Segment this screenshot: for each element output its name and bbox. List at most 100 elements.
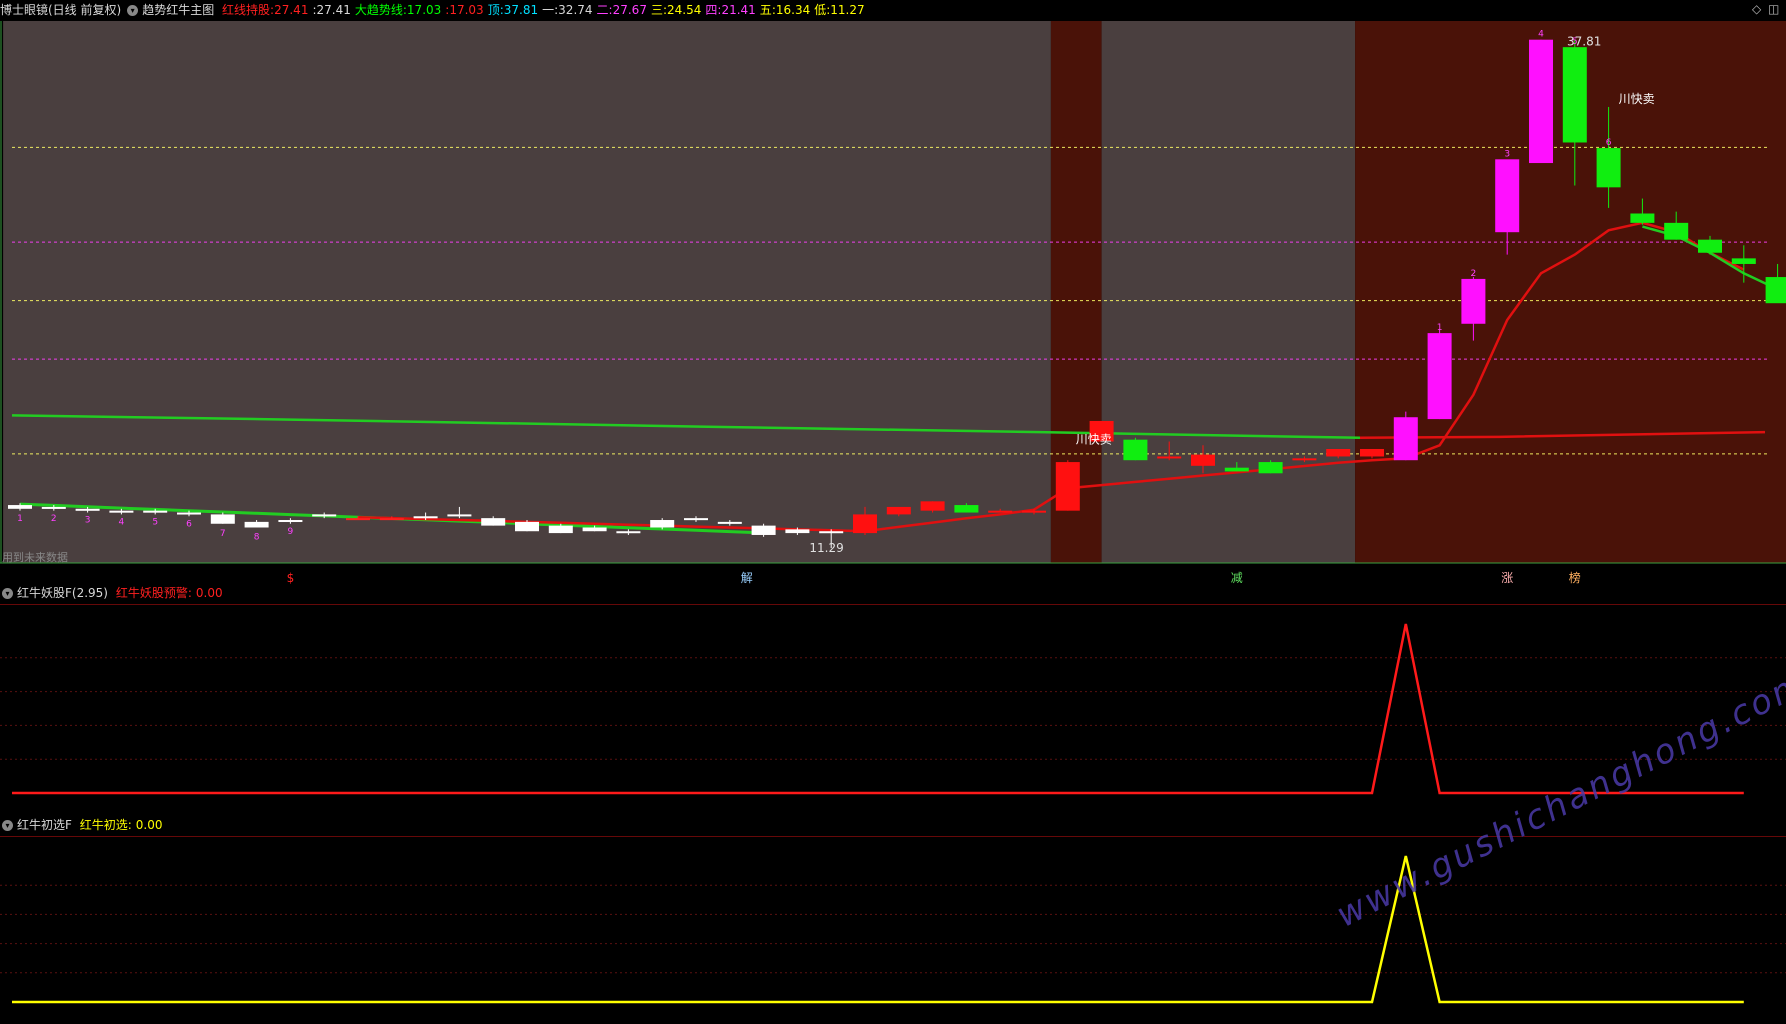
count-label: 1	[17, 514, 23, 524]
chevron-down-icon[interactable]: ▾	[2, 820, 13, 831]
signal-label: 减	[1231, 571, 1243, 585]
candle-body	[143, 510, 168, 513]
panel-2-series-name: 红牛妖股预警	[115, 586, 188, 600]
candle	[1055, 460, 1080, 511]
count-label: 6	[1606, 138, 1612, 148]
count-label: 6	[186, 519, 192, 529]
candle-body	[1529, 39, 1553, 164]
restore-icon[interactable]: ◇	[1752, 2, 1761, 16]
candle-body	[1022, 510, 1046, 513]
sub-panel-2-chart	[0, 604, 1786, 795]
candle-body	[616, 531, 641, 534]
chevron-down-icon[interactable]: ▾	[127, 5, 139, 16]
field-label: 顶	[487, 3, 500, 17]
candle	[1123, 437, 1148, 461]
main-candlestick-chart: 1 2 3 4 5 67 8912345637.8111.29川快卖川快卖用到未来数据$ 解减…	[0, 21, 1786, 585]
candle	[1427, 329, 1452, 420]
candle-body	[1664, 222, 1689, 240]
candle-body	[177, 512, 201, 515]
stock-title[interactable]: 博士眼镜(日线 前复权)	[0, 3, 121, 17]
candle-body	[1731, 258, 1756, 264]
panel-2-title[interactable]: 红牛妖股F(2.95)	[17, 586, 108, 600]
field-value: 16.34	[775, 3, 811, 17]
candle	[1393, 411, 1418, 461]
field-value: 37.81	[503, 3, 539, 17]
zone-background	[3, 21, 1051, 563]
signal-label: $	[287, 571, 295, 585]
count-label: 4	[119, 518, 125, 528]
field-value: 27.67	[612, 3, 647, 17]
candle-body	[8, 505, 32, 509]
candle-body	[751, 525, 776, 535]
count-label: 3	[1504, 149, 1510, 159]
chevron-down-icon[interactable]: ▾	[2, 588, 13, 599]
candle-body	[1427, 333, 1452, 420]
candle-body	[1698, 239, 1722, 253]
candle-body	[582, 527, 607, 532]
candle-body	[1461, 278, 1486, 324]
candle-body	[819, 531, 844, 534]
candle-body	[1393, 417, 1418, 461]
candle-body	[1157, 456, 1182, 459]
candle-body	[684, 518, 708, 521]
field-value: 27.41	[274, 3, 309, 17]
future-data-note: 用到未来数据	[2, 550, 68, 564]
field-label: 低	[814, 3, 827, 17]
field-label: 二	[596, 3, 609, 17]
signal-label: 榜	[1569, 570, 1581, 585]
candle-body	[1765, 277, 1786, 304]
candle-body	[1258, 462, 1283, 474]
candle	[751, 523, 776, 537]
candle-body	[210, 514, 235, 524]
candle-body	[109, 510, 134, 513]
high-price-label: 37.81	[1567, 35, 1601, 49]
sub-panel-2-header: ▾ 红牛妖股F(2.95) 红牛妖股预警: 0.00	[0, 583, 227, 603]
panel-3-title[interactable]: 红牛初选F	[17, 818, 72, 832]
sub-panel-3-header: ▾ 红牛初选F 红牛初选: 0.00	[0, 815, 167, 835]
candle	[1258, 460, 1283, 474]
candle-body	[346, 518, 370, 521]
candle-body	[312, 514, 337, 517]
panel-2-series-value: 0.00	[195, 586, 223, 600]
candle-body	[717, 521, 742, 524]
candle-body	[1326, 448, 1351, 457]
candle-body	[515, 521, 539, 532]
field-label: 三	[650, 3, 663, 17]
candle-body	[1596, 148, 1621, 188]
candle-body	[886, 506, 911, 515]
candle-body	[447, 514, 472, 517]
panel-3-series-value: 0.00	[135, 818, 163, 832]
count-label: 5	[152, 518, 158, 528]
candle-body	[1292, 458, 1317, 461]
signal-label: 解	[741, 571, 753, 585]
maximize-icon[interactable]: ◫	[1768, 2, 1779, 16]
candle-body	[481, 518, 506, 526]
field-value: 11.27	[830, 3, 865, 17]
field-value: 24.54	[667, 3, 702, 17]
count-label: 1	[1437, 323, 1443, 333]
count-label: 8	[254, 532, 260, 542]
count-label: 9	[288, 527, 294, 537]
candle-body	[278, 520, 303, 523]
candle-body	[244, 521, 269, 528]
candle	[1529, 39, 1553, 164]
panel-3-series-name: 红牛初选	[79, 818, 128, 832]
field-label: 大趋势线	[354, 3, 403, 17]
field-label: 五	[759, 3, 772, 17]
field-label: 一	[542, 3, 555, 17]
count-label: 4	[1538, 30, 1544, 40]
field-value: 21.41	[721, 3, 756, 17]
candle-body	[650, 520, 675, 528]
field-label: 四	[705, 3, 718, 17]
candle-body	[413, 516, 438, 519]
candle-body	[988, 510, 1013, 513]
candle-body	[1360, 448, 1384, 457]
low-price-label: 11.29	[809, 541, 843, 555]
candle-body	[920, 501, 945, 511]
candle-body	[75, 508, 100, 511]
main-indicator-name[interactable]: 趋势红牛主图	[142, 3, 214, 17]
candle-body	[1562, 47, 1587, 143]
field-value: 17.03	[406, 3, 442, 17]
series-line	[12, 623, 1744, 795]
candle-body	[1055, 462, 1080, 511]
